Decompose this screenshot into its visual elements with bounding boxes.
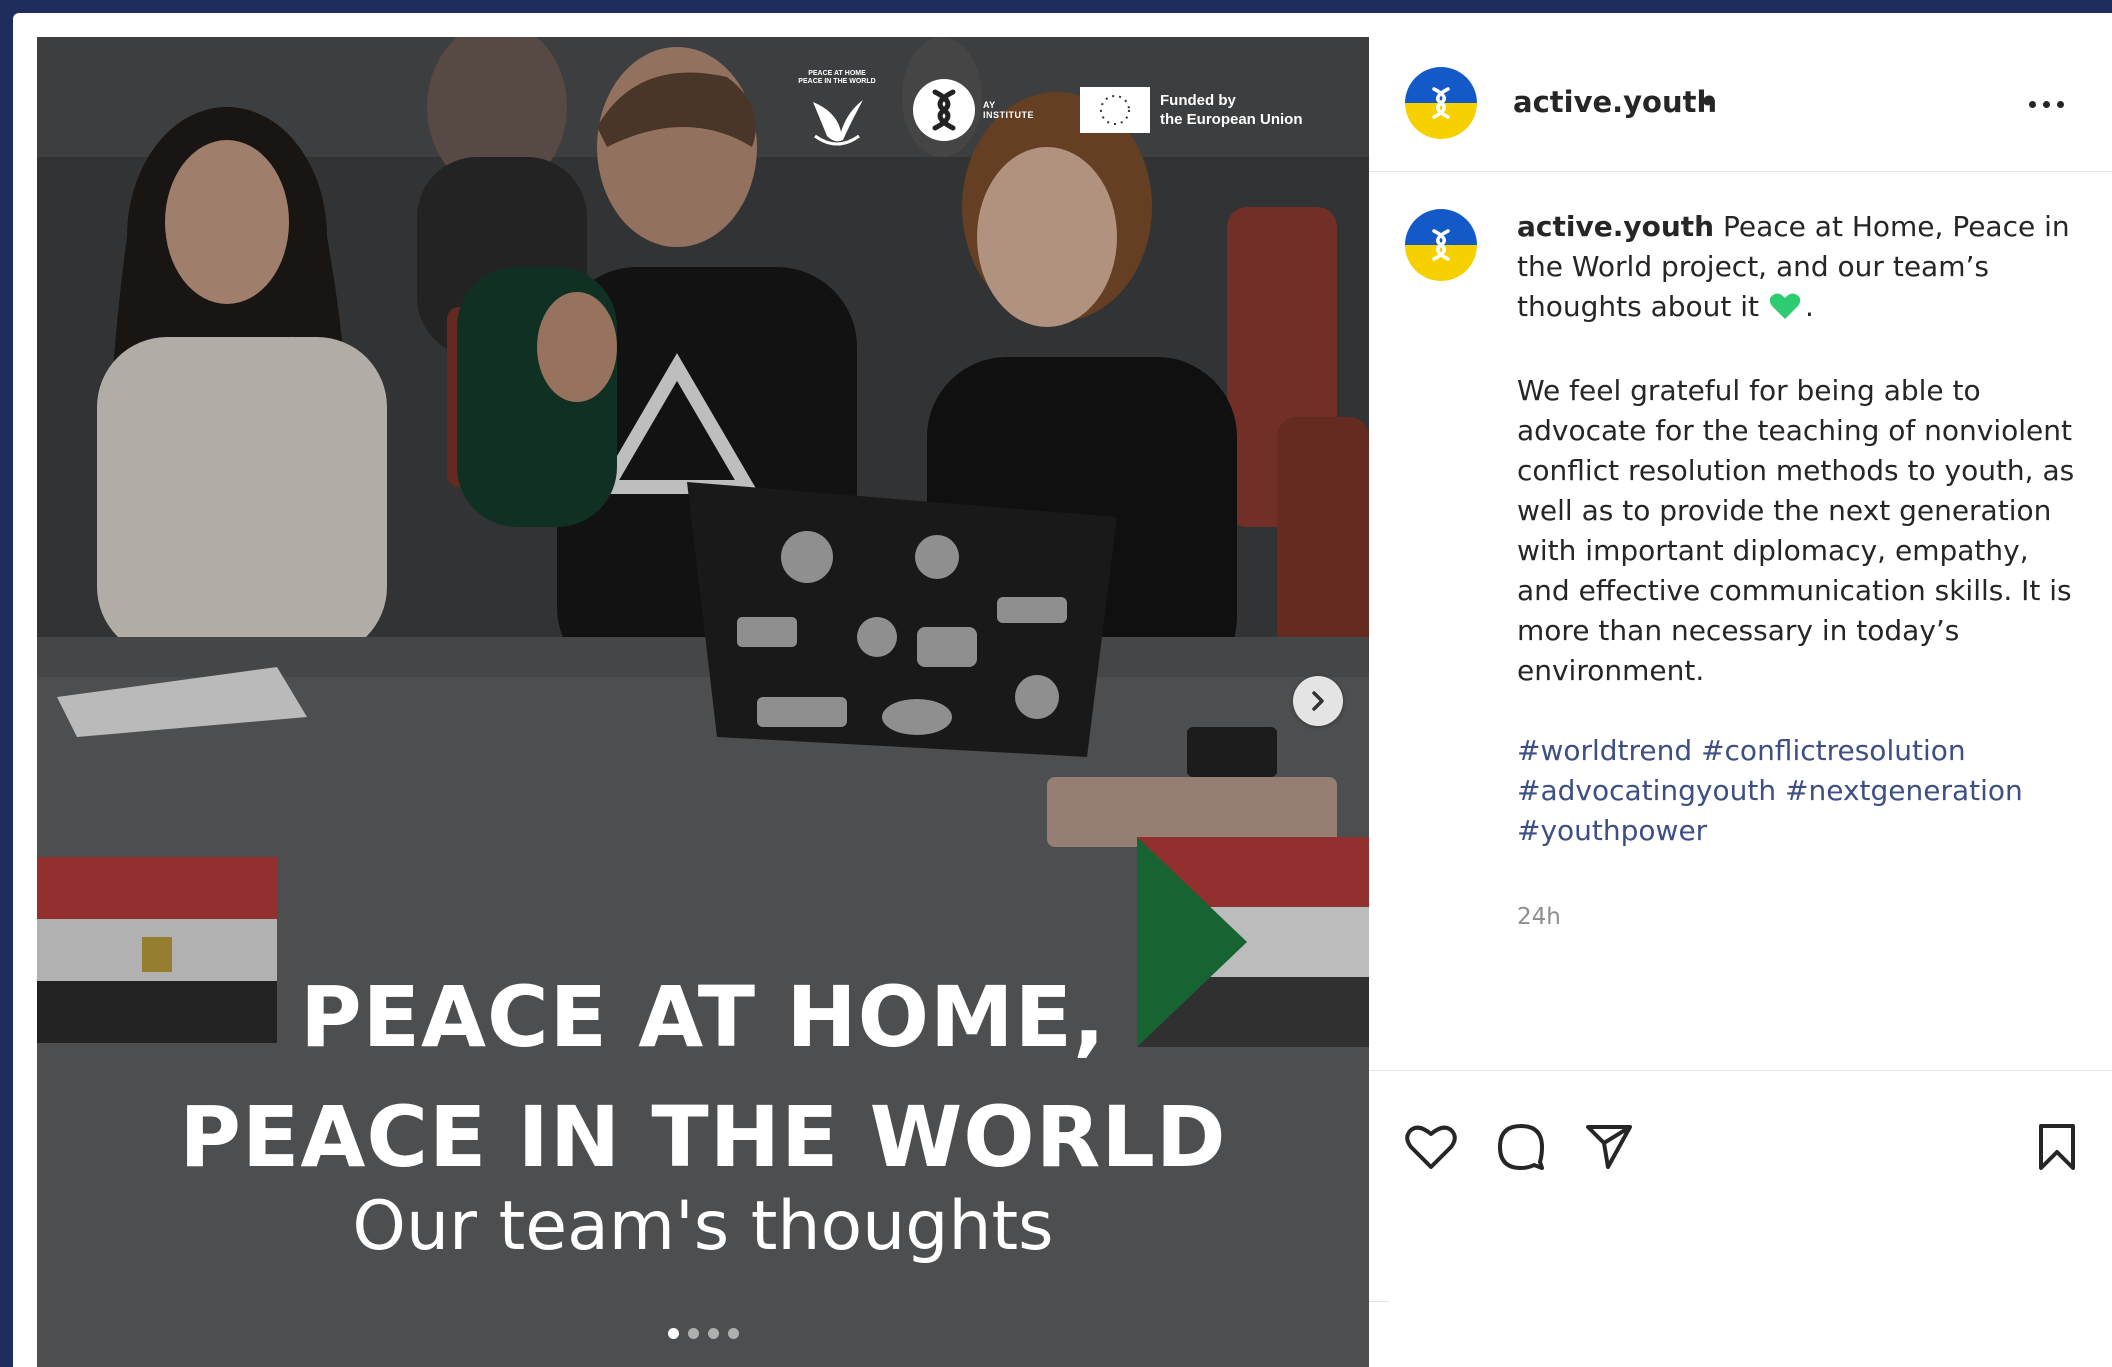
header-separator-dot: • [1699,85,1717,119]
post-caption: active.youth Peace at Home, Peace in the… [1517,207,2077,851]
header-username-link[interactable]: active.youth [1513,85,1717,119]
like-button[interactable] [1403,1119,1459,1175]
divider [1369,1070,2112,1071]
more-horizontal-icon-dot [2057,100,2064,108]
carousel-dot [727,1328,739,1339]
eu-logo-text: Funded by the European Union [1160,92,1303,128]
ay-emblem-icon [1432,229,1450,261]
ay-emblem-icon [1432,87,1450,119]
carousel-dot [707,1328,719,1339]
carousel-next-button[interactable] [1293,676,1343,726]
bookmark-icon [2039,1124,2075,1170]
post-media-carousel[interactable]: PEACE AT HOME PEACE IN THE WORLD AY INST… [37,37,1369,1367]
dove-icon [813,100,863,146]
post-details-panel: active.youth • active.youth Peace at Hom… [1369,37,2112,1367]
eu-flag-icon [1080,87,1150,133]
comment-icon [1498,1124,1544,1170]
post-header: active.youth • [1369,37,2112,172]
comment-button[interactable] [1493,1119,1549,1175]
caption-avatar[interactable] [1405,209,1477,281]
eu-funding-logo: Funded by the European Union [1080,87,1303,133]
media-headline: PEACE AT HOME, PEACE IN THE WORLD [179,968,1227,1186]
divider [1369,1301,1389,1302]
caption-intro-end: . [1805,290,1814,323]
avatar[interactable] [1405,67,1477,139]
media-subheadline: Our team's thoughts [352,1187,1054,1266]
carousel-dot [687,1328,699,1339]
share-button[interactable] [1581,1119,1637,1175]
caption-username-link[interactable]: active.youth [1517,210,1714,243]
chevron-right-icon [1312,691,1324,711]
caption-body-text: We feel grateful for being able to advoc… [1517,374,2075,687]
more-horizontal-icon-dot [2043,100,2050,108]
ay-logo-text: AY INSTITUTE [983,100,1034,120]
save-button[interactable] [2029,1119,2085,1175]
caption-intro: active.youth Peace at Home, Peace in the… [1517,207,2077,331]
carousel-indicator [37,1328,1369,1339]
peace-logo-text: PEACE AT HOME PEACE IN THE WORLD [798,70,876,85]
more-options-button[interactable] [2029,89,2079,119]
green-heart-icon [1769,291,1801,331]
ay-institute-logo: AY INSTITUTE [913,79,1034,141]
more-horizontal-icon [2029,100,2036,108]
ay-emblem-icon [913,79,975,141]
heart-outline-icon [1405,1125,1457,1169]
caption-hashtags[interactable]: #worldtrend #conflictresolution #advocat… [1517,731,2077,851]
share-icon [1586,1125,1632,1169]
carousel-dot [667,1328,679,1339]
peace-at-home-logo: PEACE AT HOME PEACE IN THE WORLD [777,70,897,148]
post-timestamp[interactable]: 24h [1517,904,1561,930]
